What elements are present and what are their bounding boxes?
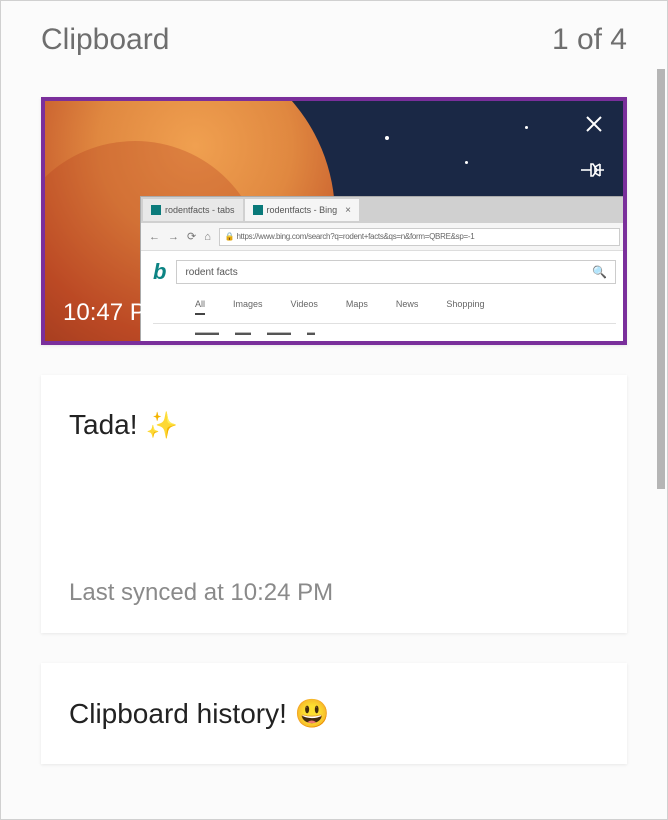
scrollbar[interactable]	[657, 69, 665, 489]
clipboard-text-content: Tada! ✨	[69, 409, 599, 441]
clipboard-text-content: Clipboard history! 😃	[69, 697, 599, 730]
browser-window-thumbnail: rodentfacts - tabs rodentfacts - Bing× ←…	[140, 196, 627, 345]
clipboard-panel: Clipboard 1 of 4 rodentfacts - tabs rode…	[0, 0, 668, 820]
timestamp-label: 10:47 PM	[63, 299, 166, 327]
items-scroll-area[interactable]: rodentfacts - tabs rodentfacts - Bing× ←…	[1, 67, 667, 819]
item-counter: 1 of 4	[552, 23, 627, 57]
panel-title: Clipboard	[41, 23, 169, 57]
sync-status-label: Last synced at 10:24 PM	[69, 579, 599, 607]
smiley-icon: 😃	[295, 697, 330, 730]
clipboard-item-text[interactable]: Tada! ✨ Last synced at 10:24 PM	[41, 375, 627, 633]
scrollbar-thumb[interactable]	[657, 69, 665, 489]
sparkle-icon: ✨	[146, 410, 178, 441]
panel-header: Clipboard 1 of 4	[1, 1, 667, 67]
clipboard-item-text[interactable]: Clipboard history! 😃	[41, 663, 627, 764]
pin-icon[interactable]	[581, 161, 607, 179]
clipboard-item-image[interactable]: rodentfacts - tabs rodentfacts - Bing× ←…	[41, 97, 627, 345]
close-icon[interactable]	[581, 113, 607, 135]
